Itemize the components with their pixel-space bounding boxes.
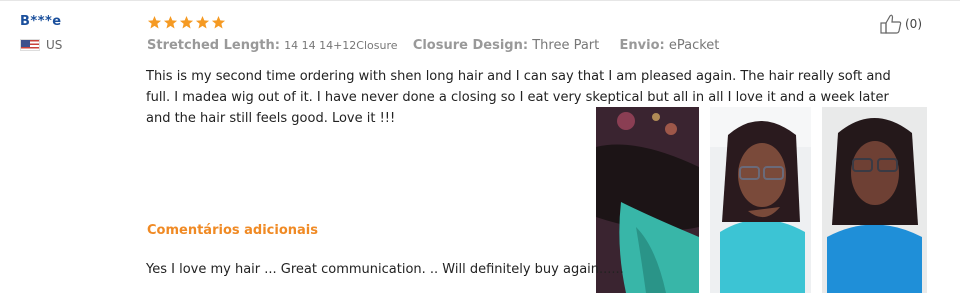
thumbs-up-icon bbox=[880, 14, 902, 34]
reviewer-name: B***e bbox=[20, 14, 62, 29]
additional-comments-title: Comentários adicionais bbox=[147, 223, 318, 238]
us-flag-icon bbox=[20, 39, 40, 51]
top-divider bbox=[0, 0, 960, 1]
attribute-value: ePacket bbox=[668, 38, 720, 53]
attribute-value: 14 14 14+12Closure bbox=[284, 39, 398, 52]
reviewer-country: US bbox=[20, 38, 62, 52]
reviewer-info: B***e US bbox=[20, 14, 62, 52]
review-photo[interactable] bbox=[822, 107, 927, 293]
star-icon bbox=[195, 15, 210, 29]
attribute-key: Stretched Length: bbox=[147, 38, 280, 53]
helpful-count: (0) bbox=[905, 17, 922, 31]
star-icon bbox=[163, 15, 178, 29]
star-icon bbox=[147, 15, 162, 29]
star-icon bbox=[179, 15, 194, 29]
star-icon bbox=[211, 15, 226, 29]
helpful-button[interactable]: (0) bbox=[880, 14, 922, 34]
attribute-key: Envio: bbox=[619, 38, 665, 53]
product-attributes: Stretched Length: 14 14 14+12Closure Clo… bbox=[147, 38, 719, 53]
review-photo[interactable] bbox=[710, 107, 811, 293]
star-rating bbox=[147, 15, 226, 30]
country-code: US bbox=[46, 38, 63, 52]
attribute-key: Closure Design: bbox=[412, 38, 529, 53]
attribute-value: Three Part bbox=[532, 38, 600, 53]
additional-comments-text: Yes I love my hair ... Great communicati… bbox=[146, 262, 624, 277]
